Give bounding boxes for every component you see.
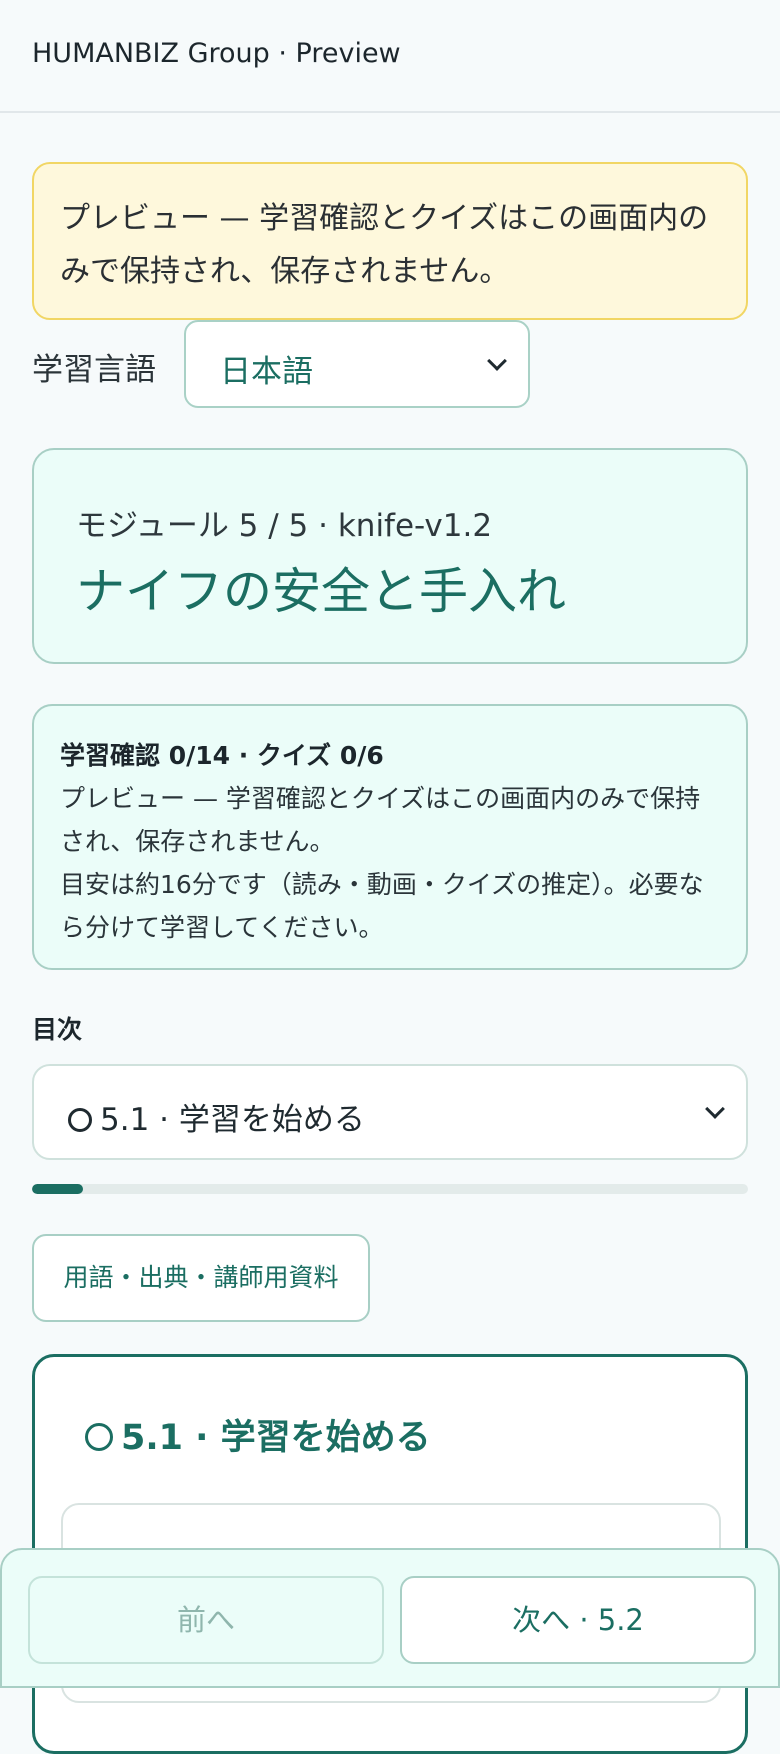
progress-estimate: 目安は約16分です（読み・動画・クイズの推定）。必要なら分けて学習してください。 [60,870,704,942]
status-circle-icon [68,1108,92,1132]
glossary-button[interactable]: 用語・出典・講師用資料 [32,1234,370,1322]
progress-counts: 学習確認 0/14 · クイズ 0/6 [60,741,384,770]
module-header-card: モジュール 5 / 5 · knife-v1.2 ナイフの安全と手入れ [32,448,748,664]
bottom-nav: 前へ 次へ · 5.2 [0,1548,780,1688]
language-select-value: 日本語 [220,354,313,390]
progress-bar-fill [32,1184,83,1194]
next-button[interactable]: 次へ · 5.2 [400,1576,756,1664]
chevron-down-icon [705,1099,725,1119]
module-meta: モジュール 5 / 5 · knife-v1.2 [76,508,493,544]
prev-button[interactable]: 前へ [28,1576,384,1664]
progress-preview-note: プレビュー — 学習確認とクイズはこの画面内のみで保持され、保存されません。 [60,784,701,856]
chevron-down-icon [487,351,507,371]
preview-notice: プレビュー — 学習確認とクイズはこの画面内のみで保持され、保存されません。 [32,162,748,320]
toc-select-value: 5.1 · 学習を始める [68,1094,365,1139]
app-title: HUMANBIZ Group · Preview [32,38,401,69]
language-select[interactable]: 日本語 [184,320,530,408]
language-row: 学習言語 日本語 [32,320,752,408]
top-bar: HUMANBIZ Group · Preview [0,0,780,113]
progress-bar [32,1184,748,1194]
toc-selected-text: 5.1 · 学習を始める [100,1102,365,1138]
section-title-text: 5.1 · 学習を始める [121,1418,431,1458]
toc-label: 目次 [32,1015,83,1044]
section-title: 5.1 · 学習を始める [85,1409,431,1460]
status-circle-icon [85,1423,113,1451]
language-label: 学習言語 [32,352,156,388]
progress-card: 学習確認 0/14 · クイズ 0/6 プレビュー — 学習確認とクイズはこの画… [32,704,748,970]
module-title: ナイフの安全と手入れ [76,563,567,620]
toc-select[interactable]: 5.1 · 学習を始める [32,1064,748,1160]
